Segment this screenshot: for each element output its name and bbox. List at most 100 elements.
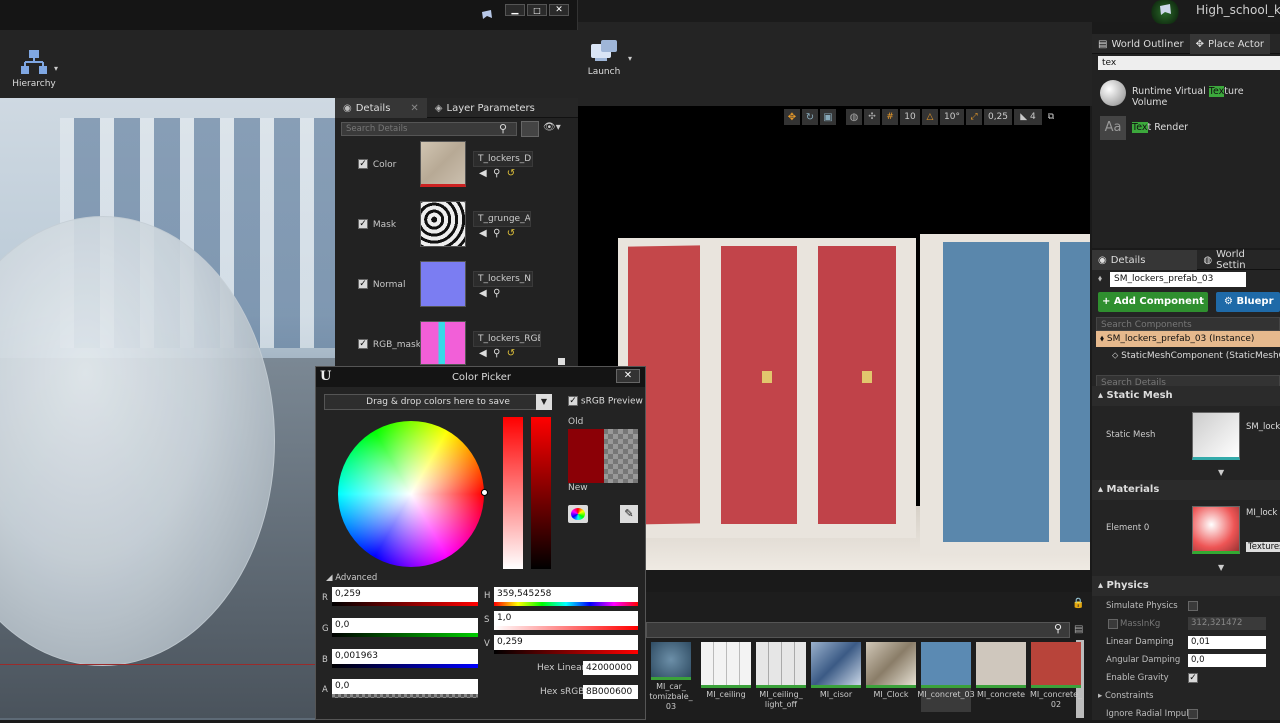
texture-dropdown[interactable]: T_lockers_N ▾ — [473, 271, 533, 287]
rotation-snap-icon[interactable]: △ — [922, 109, 938, 125]
param-checkbox[interactable] — [358, 339, 368, 349]
hex-linear-input[interactable]: 42000000 — [583, 661, 638, 675]
color-wheel[interactable] — [338, 421, 484, 567]
source-control-icon[interactable] — [1150, 0, 1180, 24]
blue-channel-input[interactable]: 0,001963 — [332, 649, 478, 664]
search-components-input[interactable]: Search Components — [1096, 317, 1280, 331]
asset-tile[interactable]: MI_car_ tomizbale_ 03 — [646, 642, 696, 712]
asset-tile[interactable]: MI_Clock — [866, 642, 916, 712]
rotation-snap-value[interactable]: 10° — [940, 109, 964, 125]
use-selected-icon[interactable]: ◀ — [479, 168, 487, 179]
texture-dropdown[interactable]: T_grunge_A ▾ — [473, 211, 531, 227]
place-actor-result[interactable]: Runtime Virtual Texture Volume — [1132, 86, 1280, 108]
maximize-viewport-icon[interactable]: ⧉ — [1044, 109, 1058, 125]
texture-dropdown[interactable]: T_lockers_D ▾ — [473, 151, 533, 167]
alpha-channel-input[interactable]: 0,0 — [332, 679, 478, 694]
browse-icon[interactable]: ⚲ — [493, 288, 500, 299]
reset-icon[interactable]: ↺ — [507, 348, 515, 359]
srgb-checkbox[interactable] — [568, 396, 578, 406]
material-preview-viewport[interactable] — [0, 98, 335, 720]
rotate-icon[interactable]: ↻ — [802, 109, 818, 125]
angular-damping-input[interactable]: 0,0 — [1188, 654, 1266, 667]
asset-tile[interactable]: MI_concrete — [976, 642, 1026, 712]
color-wheel-handle[interactable] — [481, 489, 488, 496]
browse-icon[interactable]: ⚲ — [493, 168, 500, 179]
lock-icon[interactable]: 🔒 — [1072, 598, 1084, 609]
texture-thumbnail[interactable] — [420, 141, 466, 187]
saturation-slider[interactable] — [503, 417, 523, 569]
filter-icon[interactable]: ▤ — [1074, 624, 1083, 635]
close-button[interactable]: ✕ — [616, 369, 640, 383]
ignore-radial-checkbox[interactable] — [1188, 709, 1198, 719]
static-mesh-section[interactable]: ▴ Static Mesh — [1092, 386, 1280, 406]
scale-snap-icon[interactable]: ⤢ — [966, 109, 982, 125]
asset-tile[interactable]: MI_cisor — [811, 642, 861, 712]
constraints-row[interactable]: ▸ Constraints — [1098, 687, 1153, 705]
blueprint-button[interactable]: ⚙ Bluepr — [1216, 292, 1280, 312]
hex-srgb-input[interactable]: 8B000600 — [583, 685, 638, 699]
eye-icon[interactable]: 👁▾ — [543, 122, 561, 133]
browse-icon[interactable]: ⚲ — [493, 228, 500, 239]
level-viewport[interactable] — [578, 106, 1090, 570]
tab-details[interactable]: ◉ Details — [1092, 250, 1198, 270]
hierarchy-dropdown-icon[interactable]: ▾ — [54, 64, 58, 73]
eyedropper-icon[interactable]: ✎ — [620, 505, 638, 523]
enable-gravity-checkbox[interactable] — [1188, 673, 1198, 683]
static-mesh-thumbnail[interactable] — [1192, 412, 1240, 460]
materials-section[interactable]: ▴ Materials — [1092, 480, 1280, 500]
expand-arrow-icon[interactable]: ▼ — [1218, 468, 1224, 477]
asset-tile[interactable]: MI_ceiling_ light_off — [756, 642, 806, 712]
hue-input[interactable]: 359,545258 — [494, 587, 638, 602]
tab-layer-parameters[interactable]: ◈ Layer Parameters — [427, 98, 543, 118]
scale-icon[interactable]: ▣ — [820, 109, 836, 125]
search-icon[interactable]: ⚲ — [1054, 622, 1062, 635]
material-thumbnail[interactable] — [1192, 506, 1240, 554]
material-value[interactable]: MI_lock — [1246, 508, 1277, 518]
reset-icon[interactable]: ↺ — [507, 228, 515, 239]
grid-snap-value[interactable]: 10 — [900, 109, 920, 125]
place-actor-result[interactable]: Text Render — [1132, 122, 1188, 133]
linear-damping-input[interactable]: 0,01 — [1188, 636, 1266, 649]
world-icon[interactable]: ◍ — [846, 109, 862, 125]
material-textures-button[interactable]: Textures — [1246, 542, 1280, 552]
mass-override-checkbox[interactable] — [1108, 619, 1118, 629]
grid-snap-icon[interactable]: # — [882, 109, 898, 125]
param-checkbox[interactable] — [358, 219, 368, 229]
mass-input[interactable]: 312,321472 — [1188, 617, 1266, 630]
texture-thumbnail[interactable] — [420, 261, 466, 307]
minimize-button[interactable]: ▁ — [505, 4, 525, 16]
dropdown-arrow-icon[interactable]: ▼ — [536, 394, 552, 410]
surface-snap-icon[interactable]: ✣ — [864, 109, 880, 125]
expand-arrow-icon[interactable]: ▼ — [1218, 563, 1224, 572]
scrollbar-thumb[interactable] — [558, 358, 565, 365]
instance-row[interactable]: ⬧ SM_lockers_prefab_03 (Instance) — [1096, 331, 1280, 347]
tab-world-settings[interactable]: ◍ World Settin — [1197, 249, 1280, 271]
tab-place-actor[interactable]: ✥ Place Actor — [1189, 34, 1271, 54]
texture-dropdown[interactable]: T_lockers_RGE▾ — [473, 331, 541, 347]
advanced-toggle[interactable]: ◢ Advanced — [326, 573, 377, 583]
value-slider[interactable] — [531, 417, 551, 569]
launch-button[interactable]: Launch — [584, 38, 624, 82]
asset-tile[interactable]: MI_concrete_ 02 — [1030, 642, 1082, 712]
static-mesh-value[interactable]: SM_lock — [1246, 422, 1280, 432]
tab-details[interactable]: ◉ Details ✕ — [335, 98, 427, 118]
physics-section[interactable]: ▴ Physics — [1092, 576, 1280, 596]
component-row[interactable]: ⬦ StaticMeshComponent (StaticMeshCo — [1112, 351, 1280, 361]
asset-search-input[interactable] — [646, 622, 1070, 638]
saturation-input[interactable]: 1,0 — [494, 611, 638, 626]
maximize-button[interactable]: □ — [527, 4, 547, 16]
browse-icon[interactable]: ⚲ — [493, 348, 500, 359]
texture-thumbnail[interactable] — [420, 321, 466, 365]
add-component-button[interactable]: + Add Component ▾ — [1098, 292, 1208, 327]
search-icon[interactable]: ⚲ — [499, 122, 513, 136]
texture-thumbnail[interactable] — [420, 201, 466, 247]
use-selected-icon[interactable]: ◀ — [479, 288, 487, 299]
value-input[interactable]: 0,259 — [494, 635, 638, 650]
red-channel-input[interactable]: 0,259 — [332, 587, 478, 602]
color-wheel-mode-icon[interactable] — [568, 505, 588, 523]
close-icon[interactable]: ✕ — [410, 103, 418, 114]
hierarchy-button[interactable]: Hierarchy — [10, 48, 58, 94]
actor-name-input[interactable]: SM_lockers_prefab_03 — [1110, 272, 1246, 287]
reset-icon[interactable]: ↺ — [507, 168, 515, 179]
use-selected-icon[interactable]: ◀ — [479, 228, 487, 239]
